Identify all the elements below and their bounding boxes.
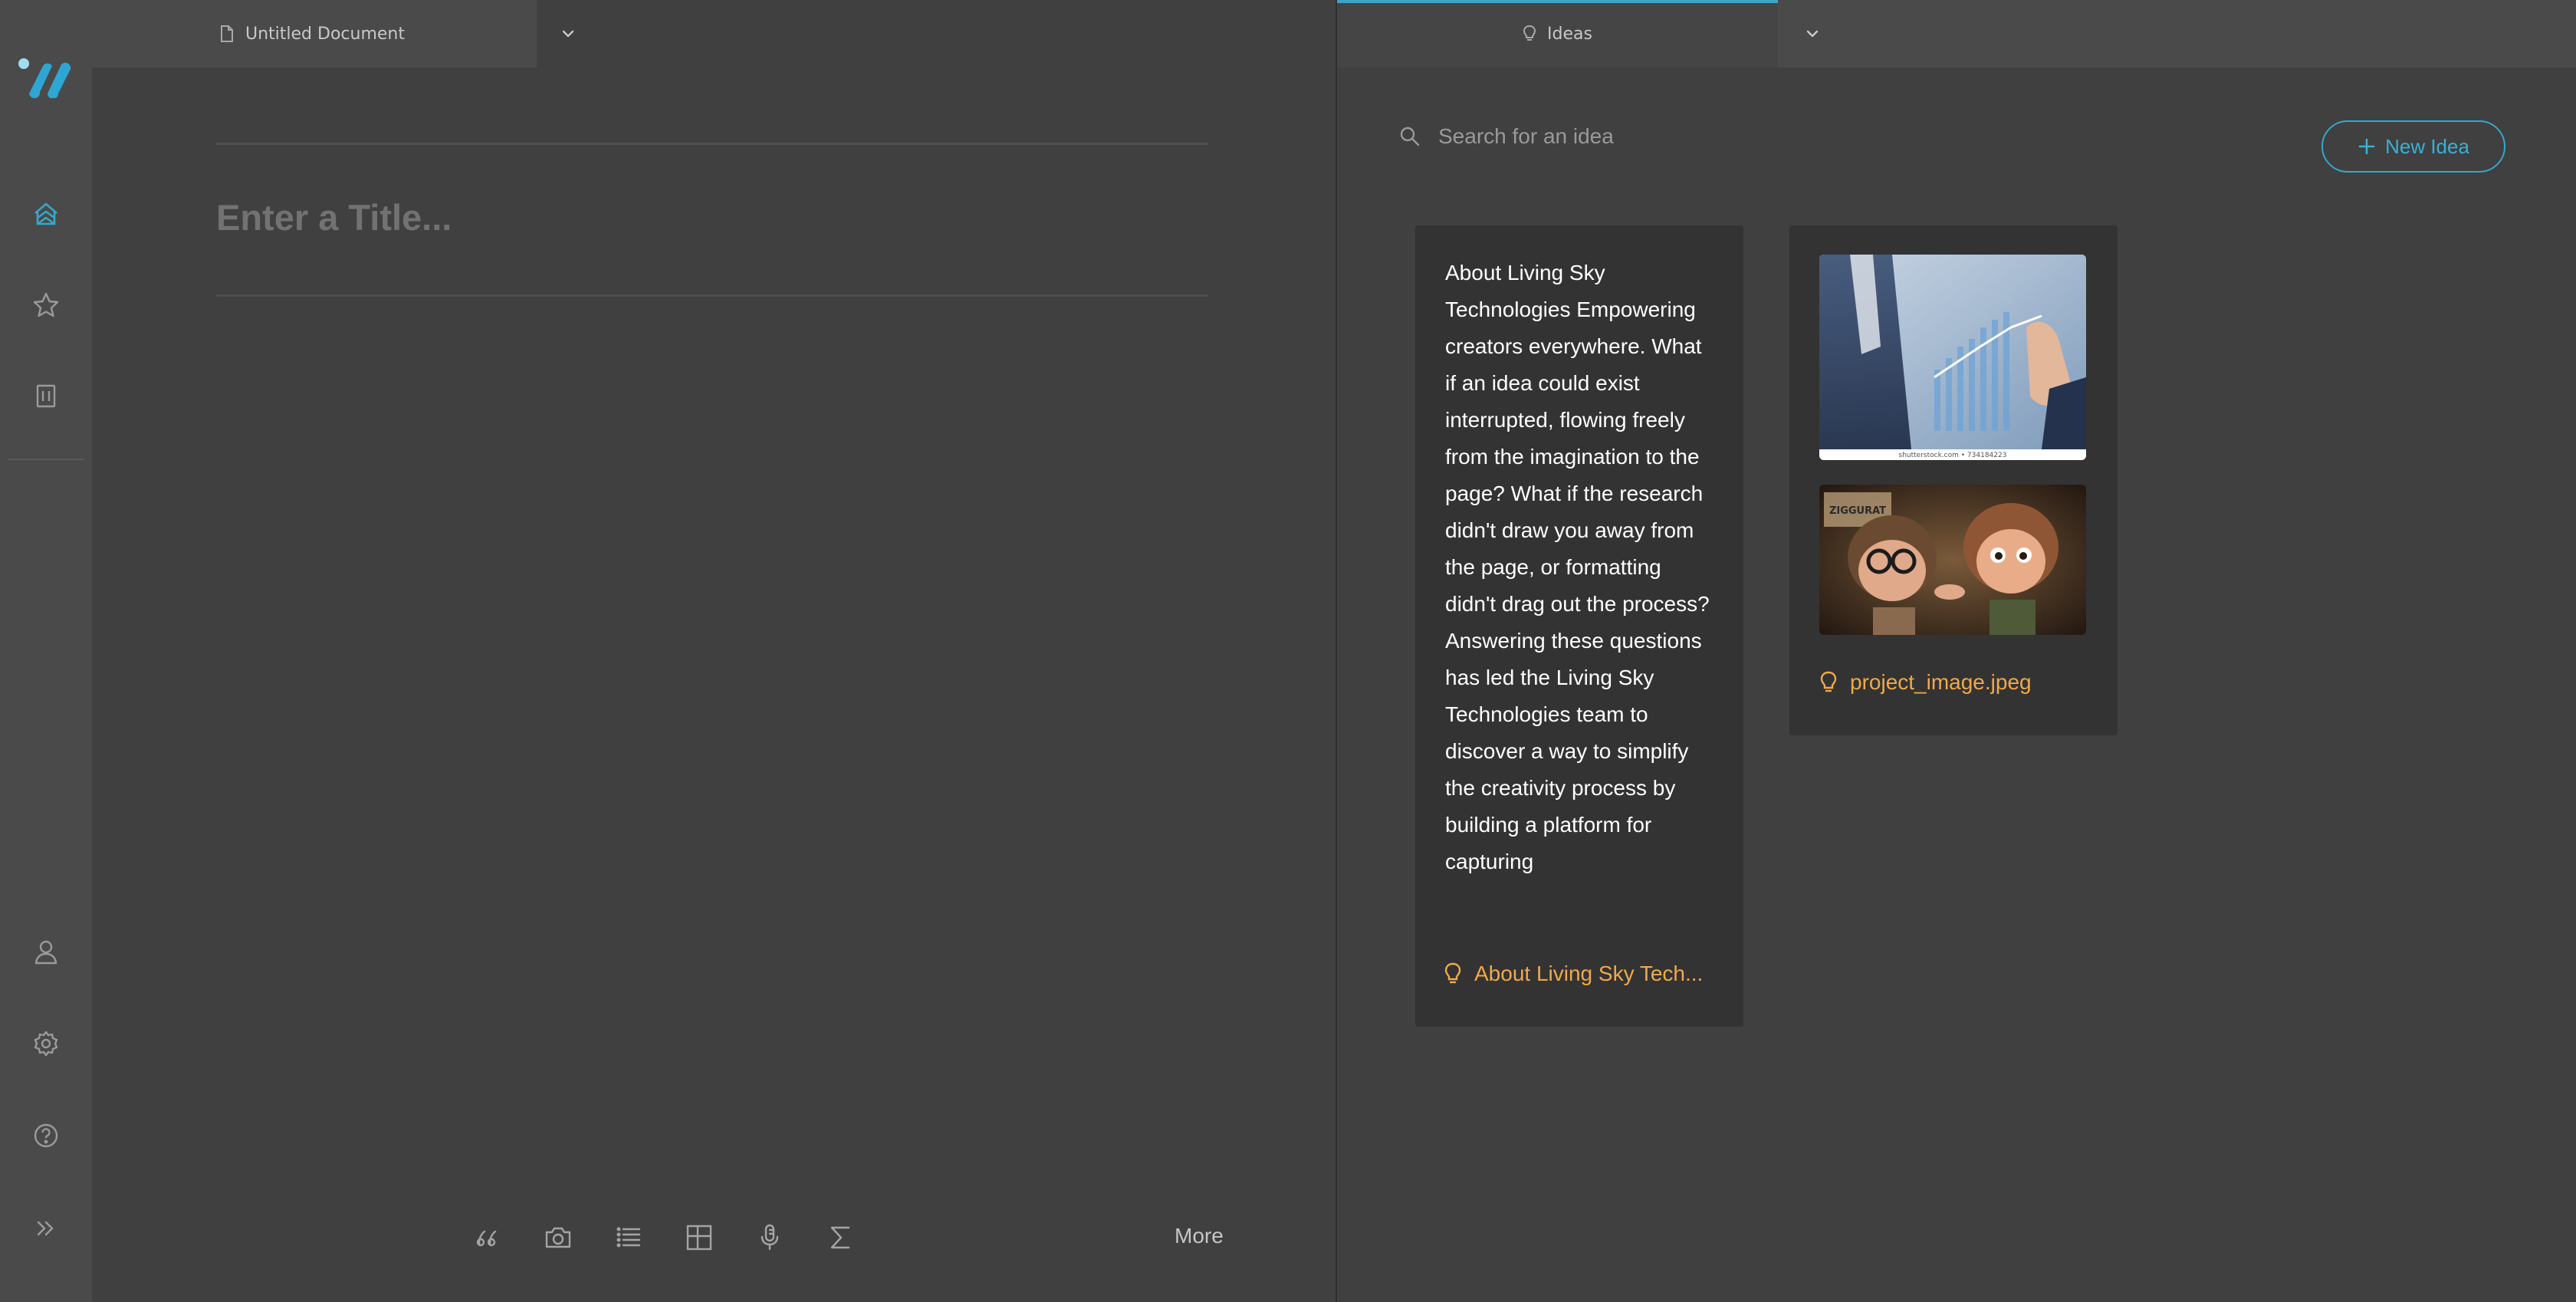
lightbulb-icon [1819, 670, 1838, 695]
new-idea-button[interactable]: New Idea [2321, 120, 2505, 173]
gear-icon[interactable] [29, 1027, 63, 1060]
idea-card-text[interactable]: About Living Sky Technologies Empowering… [1415, 225, 1743, 1027]
tab-bar-empty [1778, 0, 2576, 67]
idea-search [1398, 124, 1822, 149]
idea-card-footer[interactable]: About Living Sky Tech... [1444, 962, 1703, 986]
chevron-down-icon[interactable] [1802, 23, 1823, 44]
chevrons-right-icon[interactable] [29, 1212, 63, 1245]
editor-tab-bar: Untitled Document [92, 0, 1336, 67]
tab-ideas[interactable]: Ideas [1337, 0, 1778, 67]
title-bottom-rule [216, 294, 1208, 297]
quote-icon[interactable] [471, 1221, 504, 1254]
title-input[interactable] [216, 190, 1208, 244]
user-icon[interactable] [29, 935, 63, 969]
home-icon[interactable] [29, 198, 63, 232]
sigma-icon[interactable] [823, 1221, 857, 1254]
list-icon[interactable] [612, 1221, 646, 1254]
idea-card-images[interactable]: shutterstock.com • 734184223 ZIGGURAT pr… [1789, 225, 2118, 735]
app-sidebar [0, 0, 92, 1302]
idea-card-title: About Living Sky Tech... [1474, 962, 1704, 985]
tab-untitled-document[interactable]: Untitled Document [92, 0, 537, 67]
poster-sign: ZIGGURAT [1829, 505, 1886, 517]
new-idea-label: New Idea [2385, 134, 2469, 158]
idea-card-body: About Living Sky Technologies Empowering… [1445, 261, 1710, 873]
more-button[interactable]: More [1175, 1224, 1224, 1248]
logo-icon[interactable] [17, 55, 77, 98]
microphone-icon[interactable] [753, 1221, 787, 1254]
tab-bar-empty [537, 0, 1336, 67]
help-icon[interactable] [29, 1119, 63, 1152]
tab-label: Untitled Document [245, 24, 405, 44]
plus-icon [2358, 137, 2376, 156]
lightbulb-icon [1523, 25, 1536, 43]
image-watermark: shutterstock.com • 734184223 [1899, 452, 2007, 459]
search-icon [1398, 125, 1421, 148]
chevron-down-icon[interactable] [557, 23, 579, 44]
table-icon[interactable] [682, 1221, 716, 1254]
camera-icon[interactable] [541, 1221, 575, 1254]
animated-kids-photo[interactable]: ZIGGURAT [1819, 485, 2086, 635]
trash-icon[interactable] [29, 379, 63, 413]
title-top-rule [216, 143, 1208, 145]
sidebar-divider [8, 459, 84, 460]
lightbulb-icon [1444, 962, 1462, 986]
idea-card-title: project_image.jpeg [1850, 670, 2032, 694]
ideas-tab-bar: Ideas [1337, 0, 2576, 67]
editor-pane: Untitled Document Enter a Title... More [92, 0, 1336, 1302]
search-input[interactable] [1438, 124, 1822, 149]
document-icon [219, 25, 235, 43]
ideas-pane: Ideas New Idea About Living S [1337, 0, 2576, 1302]
tab-label: Ideas [1547, 24, 1592, 44]
chart-touch-photo[interactable]: shutterstock.com • 734184223 [1819, 255, 2086, 460]
star-icon[interactable] [29, 288, 63, 322]
idea-card-footer[interactable]: project_image.jpeg [1819, 670, 2032, 695]
